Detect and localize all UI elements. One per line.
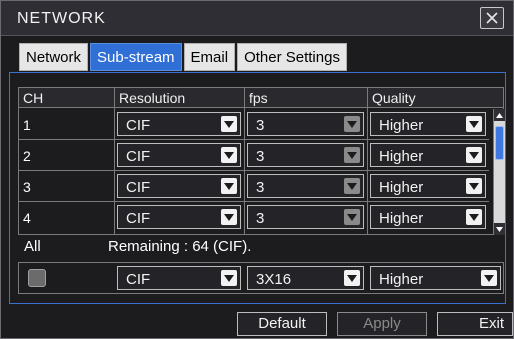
chevron-down-icon [466,178,482,194]
all-label: All [24,238,41,255]
chevron-down-icon [221,178,237,194]
all-quality-select[interactable]: Higher [370,266,501,290]
chevron-down-icon [344,270,360,286]
close-button[interactable] [480,7,504,29]
chevron-down-icon [221,116,237,132]
scroll-down-button[interactable] [494,223,505,235]
title-bar: NETWORK [1,1,513,36]
default-button[interactable]: Default [237,312,327,336]
tab-sub-stream[interactable]: Sub-stream [90,43,182,71]
header-fps: fps [249,90,268,106]
channel-number: 4 [23,210,31,226]
resolution-select[interactable]: CIF [117,112,241,136]
tab-other-settings[interactable]: Other Settings [237,43,347,71]
all-resolution-select[interactable]: CIF [117,266,241,290]
all-channels-row: CIF 3X16 Higher [18,262,504,294]
resolution-select[interactable]: CIF [117,143,241,167]
table-scrollbar[interactable] [493,109,505,235]
header-ch: CH [23,90,44,106]
chevron-down-icon [221,270,237,286]
table-row: 3 CIF 3 Higher [19,171,489,202]
fps-select[interactable]: 3 [247,205,364,229]
chevron-up-icon [496,112,503,118]
quality-select[interactable]: Higher [370,143,486,167]
quality-select[interactable]: Higher [370,174,486,198]
chevron-down-icon [221,209,237,225]
network-dialog: NETWORK Network Sub-stream Email Other S… [0,0,514,339]
quality-select[interactable]: Higher [370,112,486,136]
tab-email[interactable]: Email [183,43,236,71]
remaining-text: Remaining : 64 (CIF). [108,238,252,255]
header-resolution: Resolution [119,90,186,106]
all-checkbox[interactable] [28,269,46,287]
chevron-down-icon [344,178,360,194]
chevron-down-icon [221,147,237,163]
fps-select[interactable]: 3 [247,112,364,136]
chevron-down-icon [466,147,482,163]
sub-stream-panel: CH Resolution fps Quality 1 CIF 3 Higher… [9,72,506,304]
tab-bar: Network Sub-stream Email Other Settings [19,43,349,71]
channel-number: 1 [23,117,31,133]
table-row: 1 CIF 3 Higher [19,109,489,140]
exit-button[interactable]: Exit [437,312,513,336]
chevron-down-icon [344,116,360,132]
apply-button[interactable]: Apply [337,312,427,336]
tab-network[interactable]: Network [19,43,89,71]
table-row: 4 CIF 3 Higher [19,202,489,233]
fps-select[interactable]: 3 [247,143,364,167]
resolution-select[interactable]: CIF [117,205,241,229]
table-row: 2 CIF 3 Higher [19,140,489,171]
chevron-down-icon [344,209,360,225]
stream-table: CH Resolution fps Quality 1 CIF 3 Higher… [18,87,505,235]
resolution-select[interactable]: CIF [117,174,241,198]
scrollbar-thumb[interactable] [495,126,504,160]
fps-select[interactable]: 3 [247,174,364,198]
chevron-down-icon [466,209,482,225]
quality-select[interactable]: Higher [370,205,486,229]
dialog-title: NETWORK [17,10,106,27]
channel-number: 2 [23,148,31,164]
channel-number: 3 [23,179,31,195]
chevron-down-icon [496,226,503,232]
header-quality: Quality [372,90,416,106]
scroll-up-button[interactable] [494,109,505,121]
chevron-down-icon [466,116,482,132]
close-icon [486,12,498,24]
chevron-down-icon [344,147,360,163]
chevron-down-icon [481,270,497,286]
all-fps-select[interactable]: 3X16 [247,266,364,290]
table-header: CH Resolution fps Quality [19,88,503,108]
